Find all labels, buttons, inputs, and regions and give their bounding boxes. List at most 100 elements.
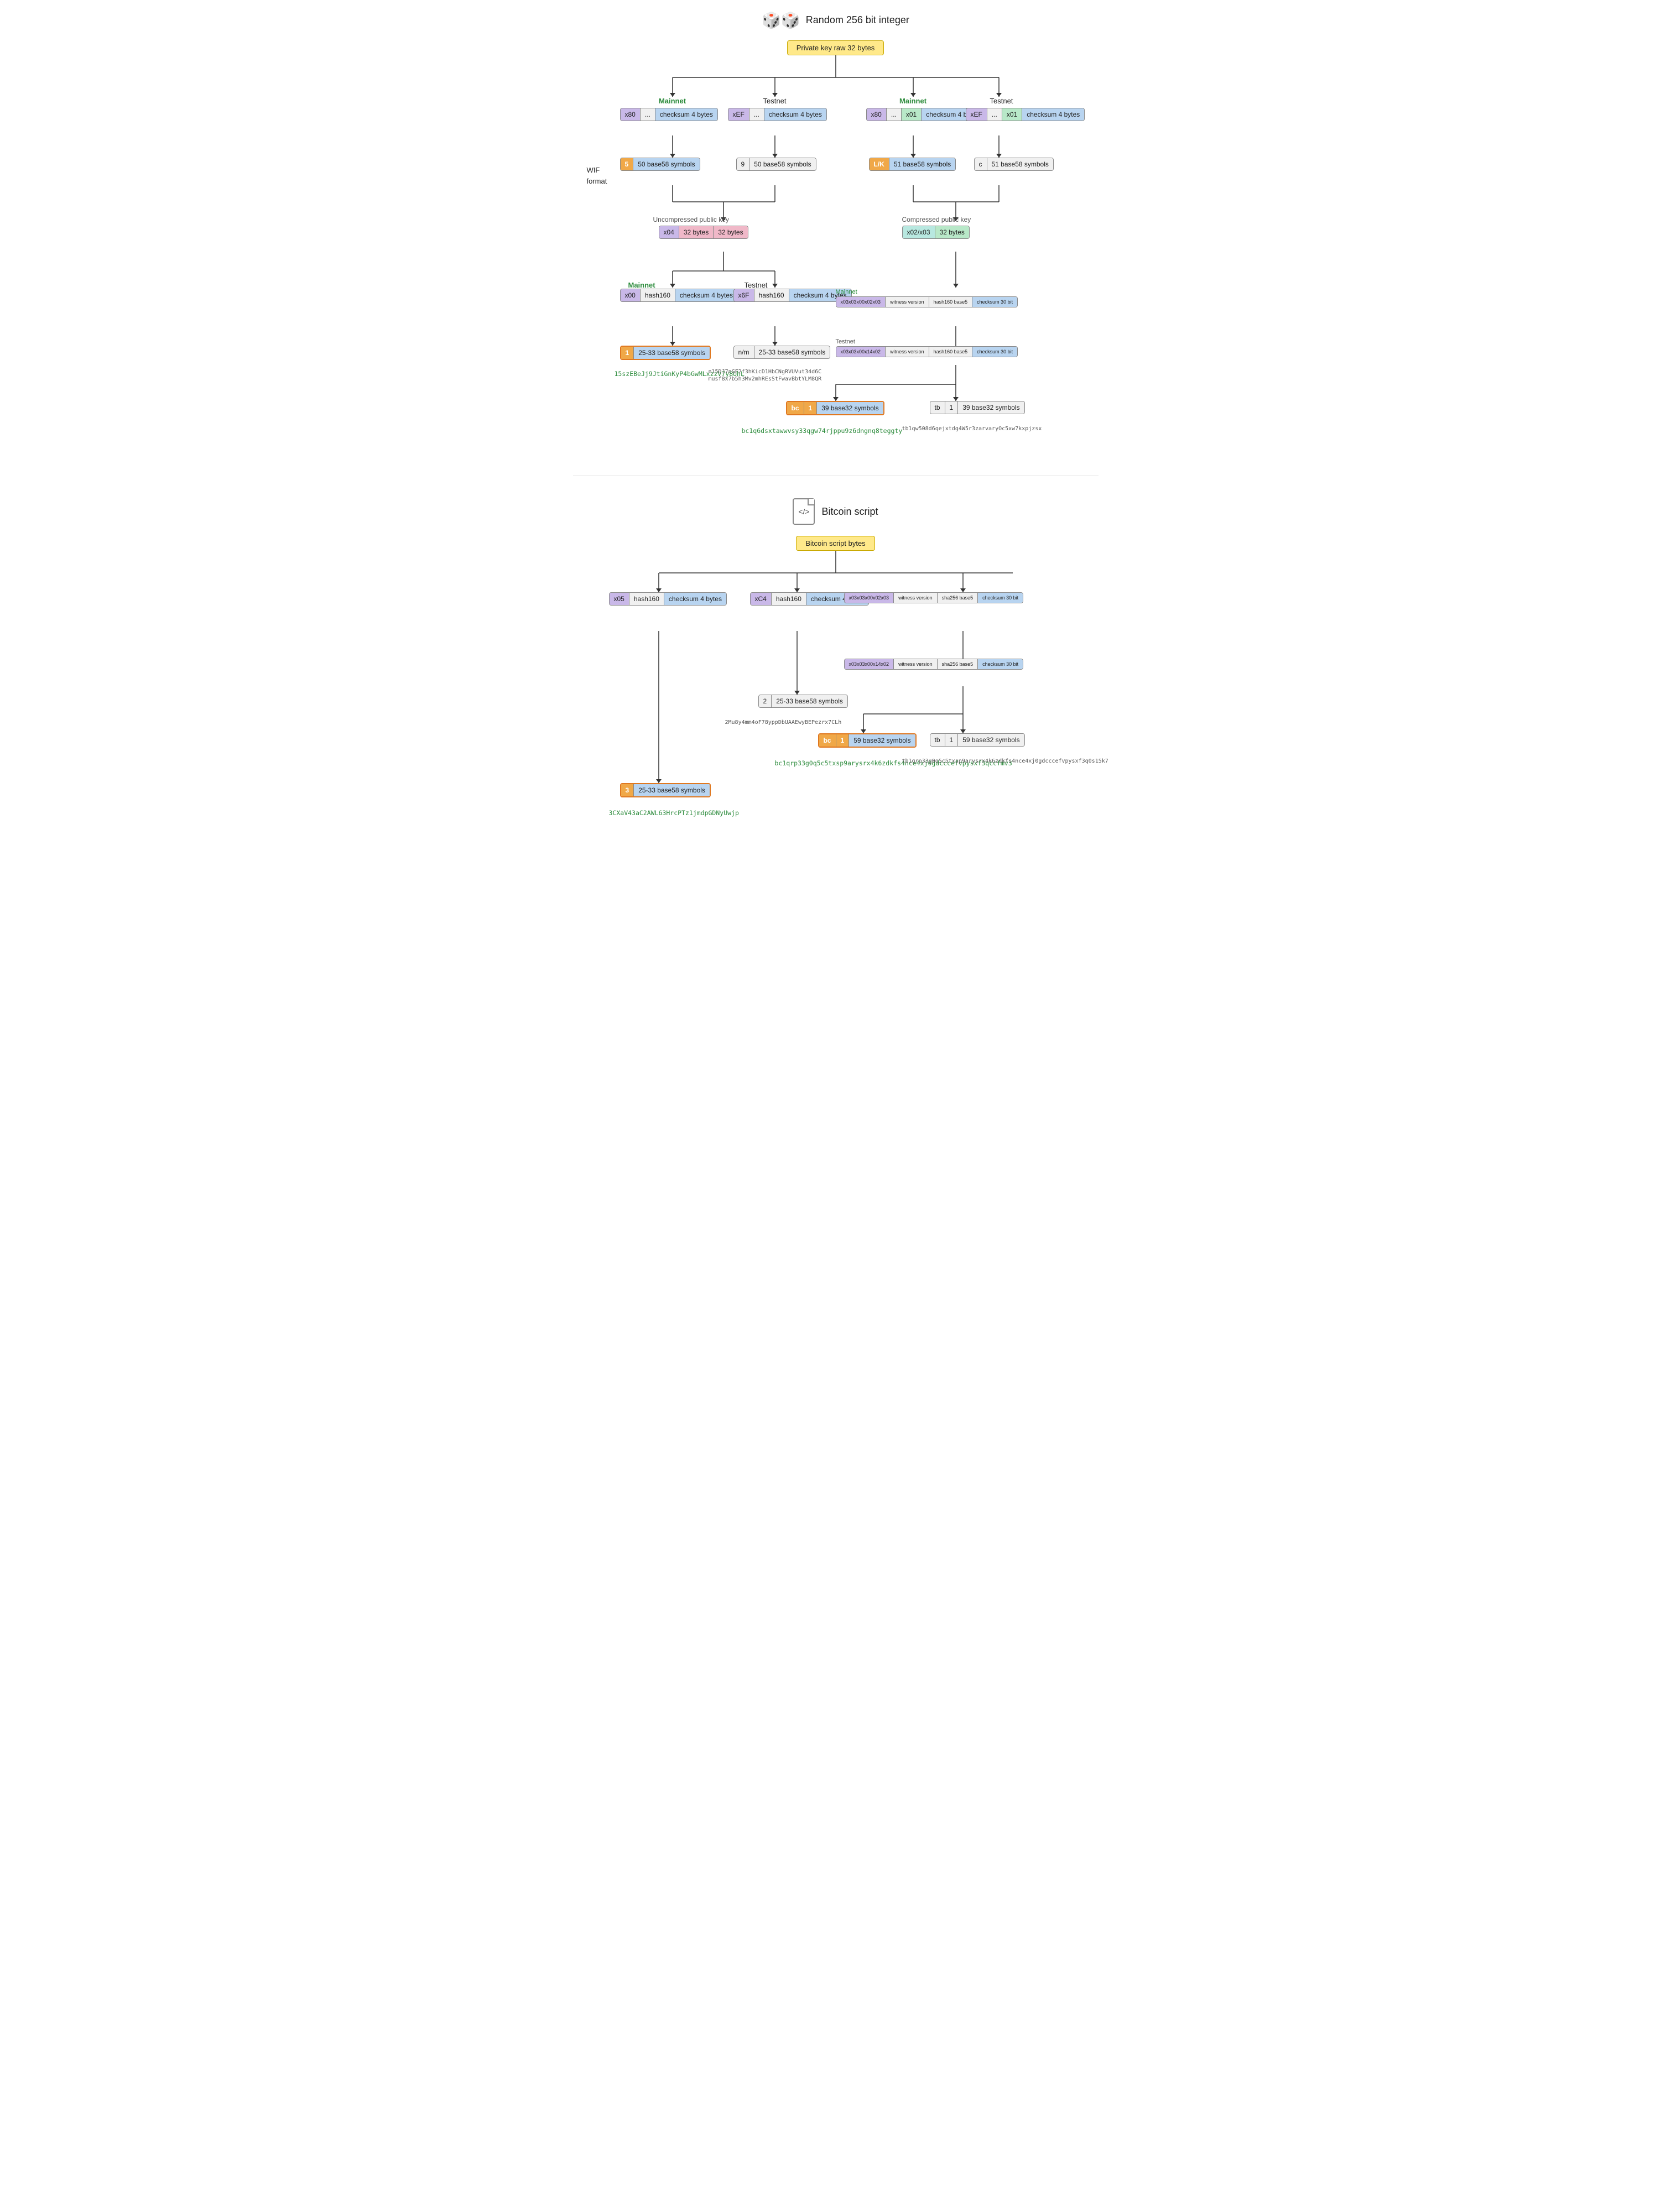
p2pkh-mainnet-box: 1 25-33 base58 symbols [620,346,711,360]
testnet-segwit-row: Testnet x03x03x00x14x02 witness version … [836,338,1018,357]
p2wsh-main-label: 59 base32 symbols [849,734,915,747]
cell-hash160-xc4: hash160 [772,593,806,605]
cell-dots-2: ... [749,108,764,121]
cell-sha256-base5-test: sha256 base5 [938,659,978,669]
p2pkh-testnet-box: n/m 25-33 base58 symbols [733,346,831,359]
cell-xef: xEF [728,108,749,121]
uncompressed-pk-row: x04 32 bytes 32 bytes [659,226,748,239]
testnet-uncompressed-row: xEF ... checksum 4 bytes [728,108,827,121]
p2sh-testnet-prefix: 2 [759,695,772,707]
cell-checksum30-2: checksum 30 bit [972,347,1017,357]
cell-checksum-2: checksum 4 bytes [764,108,826,121]
mainnet-uncompressed-row: x80 ... checksum 4 bytes [620,108,718,121]
script-file-icon: </> [793,498,815,525]
bech32-main-1: 1 [804,402,818,414]
compressed-pk-row: x02/x03 32 bytes [902,226,970,239]
mainnet-label-2: Mainnet [869,97,957,105]
cell-checksum30-script-test: checksum 30 bit [978,659,1023,669]
bech32-test-label: 39 base32 symbols [958,401,1024,414]
wif-c-label: 51 base58 symbols [987,158,1053,170]
header: 🎲🎲 Random 256 bit integer [573,11,1099,29]
script-section-header: </> Bitcoin script [573,498,1099,525]
testnet-label-2: Testnet [974,97,1029,105]
wif-9-box: 9 50 base58 symbols [736,158,816,171]
cell-x80-c: x80 [867,108,887,121]
wif-9-label: 50 base58 symbols [749,158,815,170]
p2wsh-test-label: 59 base32 symbols [958,734,1024,746]
bech32-main-bc: bc [787,402,804,414]
p2sh-testnet-box: 2 25-33 base58 symbols [758,695,848,708]
addr-p2pkh-testnet: n15DJ7nGF2f3hKicD1HbCNgRVUVut34d6C musf8… [709,368,822,382]
mainnet-label-1: Mainnet [637,97,709,105]
mainnet-segwit-row: Mainnet x03x03x00x02x03 witness version … [836,289,1018,307]
script-segwit-test-row: x03x03x00x14x02 witness version sha256 b… [844,659,1024,670]
p2wsh-test-1: 1 [945,734,959,746]
cell-dots-1: ... [641,108,655,121]
cell-script-witness-main: witness version [894,593,938,603]
cell-32bytes-1: 32 bytes [679,226,714,238]
testnet-segwit-label: Testnet [836,338,1018,345]
cell-x80: x80 [621,108,641,121]
cell-checksum30-1: checksum 30 bit [972,297,1017,307]
cell-hash160-2: hash160 [754,289,789,301]
x6f-hash-row: x6F hash160 checksum 4 bytes [733,289,852,302]
p2pkh-mainnet-prefix: 1 [621,347,634,359]
x05-hash-row: x05 hash160 checksum 4 bytes [609,592,727,606]
cell-32bytes-2: 32 bytes [714,226,747,238]
compressed-pk-label: Compressed public key [902,216,971,223]
cell-x6f: x6F [734,289,754,301]
wif-lk-prefix: L/K [870,158,889,170]
cell-dots-4: ... [987,108,1002,121]
addr-p2wsh-testnet: tb1qrp33g0q5c5txsp9arysrx4k6zdkfs4nce4xj… [902,757,1108,764]
bech32-test-tb: tb [930,401,945,414]
bech32-test-1: 1 [945,401,959,414]
script-segwit-main-row: x03x03x00x02x03 witness version sha256 b… [844,592,1024,603]
p2wsh-mainnet-box: bc 1 59 base32 symbols [818,733,917,748]
testnet-compressed-row: xEF ... x01 checksum 4 bytes [966,108,1085,121]
cell-dots-3: ... [887,108,902,121]
bech32-main-label: 39 base32 symbols [817,402,883,414]
wif-5-prefix: 5 [621,158,634,170]
x00-hash-row: x00 hash160 checksum 4 bytes [620,289,738,302]
bitcoin-script-title: Bitcoin script [821,506,878,518]
cell-sha256-base5-main: sha256 base5 [938,593,978,603]
cell-xef-c: xEF [966,108,987,121]
cell-hash160-x05: hash160 [629,593,664,605]
wif-5-label: 50 base58 symbols [633,158,699,170]
cell-xc4: xC4 [751,593,772,605]
cell-x01: x01 [902,108,922,121]
wif-c-prefix: c [975,158,987,170]
testnet-label-1: Testnet [747,97,803,105]
addr-bech32-testnet: tb1qw508d6qejxtdg4W5r3zarvaryOc5xw7kxpjz… [902,425,1042,432]
p2pkh-mainnet-label: 25-33 base58 symbols [634,347,710,359]
script-bytes-node: Bitcoin script bytes [573,536,1099,551]
p2sh-mainnet-box: 3 25-33 base58 symbols [620,783,711,797]
cell-segwit-prefix-main: x03x03x00x02x03 [836,297,886,307]
cell-x02x03: x02/x03 [903,226,935,238]
cell-hash160-1: hash160 [641,289,675,301]
p2pkh-testnet-prefix: n/m [734,346,754,358]
dice-icon: 🎲🎲 [762,11,800,29]
p2wsh-testnet-box: tb 1 59 base32 symbols [930,733,1025,747]
p2sh-mainnet-prefix: 3 [621,784,634,796]
cell-checksum-hash-1: checksum 4 bytes [675,289,737,301]
cell-x01-t: x01 [1002,108,1022,121]
p2pkh-testnet-label: 25-33 base58 symbols [754,346,830,358]
cell-script-segwit-prefix-main: x03x03x00x02x03 [845,593,894,603]
testnet-hash-label: Testnet [745,281,768,289]
p2sh-testnet-label: 25-33 base58 symbols [772,695,847,707]
addr-p2sh-testnet: 2Mu8y4mm4oF78yppDbUAAEwyBEPezrx7CLh [725,718,842,726]
wif-9-prefix: 9 [737,158,750,170]
private-key-node: Private key raw 32 bytes [573,40,1099,55]
wif-label: WIF format [587,165,607,186]
p2wsh-test-tb: tb [930,734,945,746]
bitcoin-script-bytes-box: Bitcoin script bytes [796,536,874,551]
p2wsh-main-1: 1 [836,734,850,747]
bech32-testnet-box: tb 1 39 base32 symbols [930,401,1025,414]
wif-lk-label: 51 base58 symbols [889,158,955,170]
cell-x00: x00 [621,289,641,301]
page-title: Random 256 bit integer [806,14,909,26]
wif-lk-box: L/K 51 base58 symbols [869,158,956,171]
cell-x04: x04 [659,226,679,238]
wif-c-box: c 51 base58 symbols [974,158,1054,171]
